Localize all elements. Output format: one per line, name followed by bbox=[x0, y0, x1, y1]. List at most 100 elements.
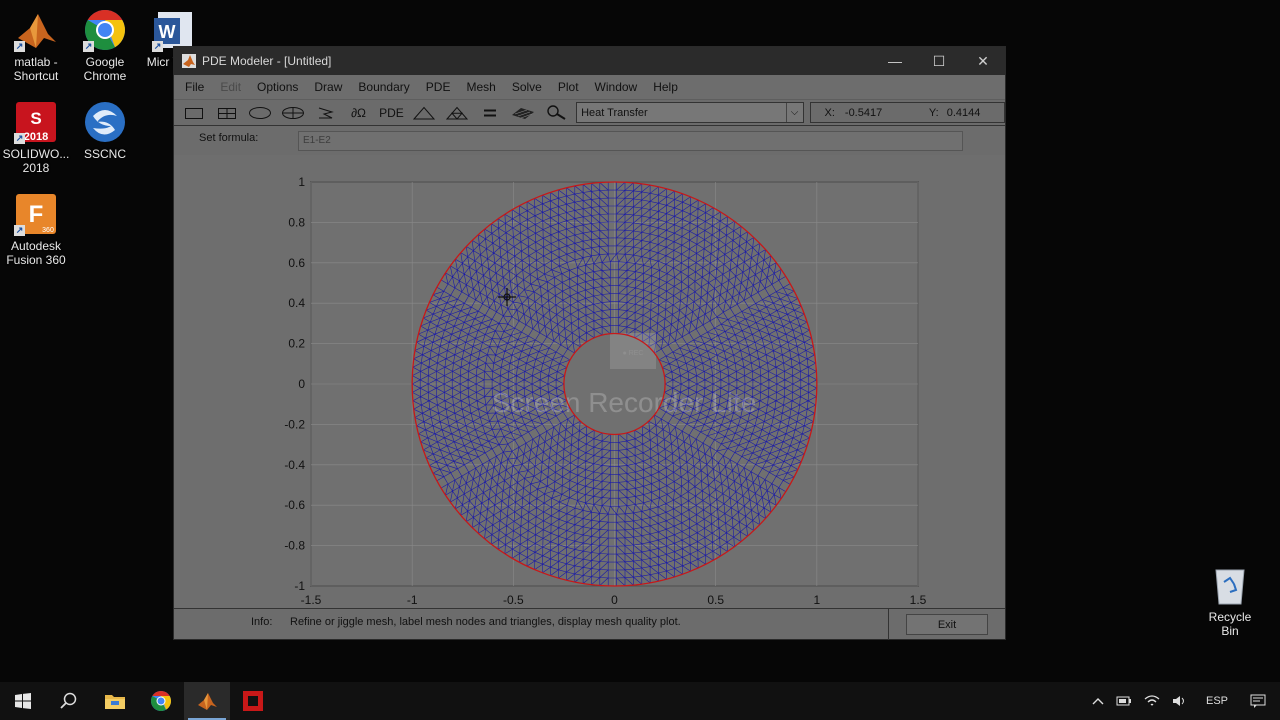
menu-help[interactable]: Help bbox=[645, 80, 686, 94]
zoom-button[interactable] bbox=[540, 102, 572, 124]
desktop-icon-sscnc[interactable]: SSCNC bbox=[69, 100, 141, 161]
menu-pde[interactable]: PDE bbox=[418, 80, 459, 94]
desktop-icon-recycle-bin[interactable]: Recycle Bin bbox=[1199, 564, 1261, 638]
mesh-plot[interactable]: -1.5 -1 -0.5 0 0.5 1 1.5 10.80.60.40.20-0.2-0.… bbox=[174, 155, 1005, 609]
watermark-text: Screen Recorder Lite bbox=[492, 387, 757, 418]
solve-button[interactable] bbox=[474, 102, 506, 124]
y-tick-label: -1 bbox=[294, 579, 305, 593]
shortcut-arrow-icon: ↗ bbox=[14, 225, 25, 236]
draw-ellipse-button[interactable] bbox=[244, 102, 276, 124]
draw-rectangle-centered-button[interactable] bbox=[211, 102, 243, 124]
watermark-badge: ● REC bbox=[623, 350, 644, 357]
maximize-button[interactable]: ☐ bbox=[917, 47, 961, 75]
window-title: PDE Modeler - [Untitled] bbox=[202, 54, 332, 68]
ellipse-center-icon bbox=[281, 106, 304, 119]
matlab-app-icon bbox=[182, 54, 196, 68]
refine-mesh-button[interactable] bbox=[441, 102, 473, 124]
x-tick-label: 0 bbox=[611, 593, 618, 607]
y-tick-label: 0.2 bbox=[288, 337, 305, 351]
wifi-icon[interactable] bbox=[1138, 695, 1166, 707]
menu-boundary[interactable]: Boundary bbox=[350, 80, 417, 94]
desktop-icon-label: Google Chrome bbox=[83, 55, 127, 83]
refine-triangle-icon bbox=[446, 106, 469, 120]
ellipse-icon bbox=[248, 106, 271, 119]
exit-button[interactable]: Exit bbox=[906, 614, 988, 635]
svg-text:W: W bbox=[159, 22, 176, 42]
y-tick-label: -0.8 bbox=[284, 539, 305, 553]
application-mode-value: Heat Transfer bbox=[581, 106, 648, 119]
menu-options[interactable]: Options bbox=[249, 80, 306, 94]
triangle-icon bbox=[413, 106, 436, 119]
desktop-icon-chrome[interactable]: ↗ Google Chrome bbox=[69, 8, 141, 83]
desktop-icon-matlab[interactable]: ↗ matlab - Shortcut bbox=[0, 8, 72, 83]
draw-rectangle-button[interactable] bbox=[178, 102, 210, 124]
y-tick-label: 1 bbox=[298, 175, 305, 189]
menu-solve[interactable]: Solve bbox=[504, 80, 550, 94]
battery-icon[interactable] bbox=[1110, 695, 1138, 707]
y-coord-label: Y: bbox=[928, 106, 939, 119]
close-button[interactable]: ✕ bbox=[961, 47, 1005, 75]
fusion-360-icon: F 360 ↗ bbox=[14, 192, 58, 236]
y-tick-label: 0.4 bbox=[288, 296, 305, 310]
taskbar: ESP bbox=[0, 682, 1280, 720]
screen-recorder-icon bbox=[243, 691, 263, 711]
plot-area[interactable]: -1.5 -1 -0.5 0 0.5 1 1.5 1 0.8 0.6 0.4 0.2 0 -0.2 -0.… bbox=[174, 155, 1005, 609]
menu-mesh[interactable]: Mesh bbox=[458, 80, 503, 94]
taskbar-screen-recorder[interactable] bbox=[230, 682, 276, 720]
info-label: Info: bbox=[251, 616, 273, 628]
taskbar-file-explorer[interactable] bbox=[92, 682, 138, 720]
cursor-coordinates: X: -0.5417 Y: 0.4144 bbox=[809, 102, 1006, 123]
taskbar-matlab[interactable] bbox=[184, 682, 230, 720]
polygon-icon bbox=[318, 107, 334, 118]
start-button[interactable] bbox=[0, 682, 46, 720]
matlab-icon: ↗ bbox=[14, 8, 58, 52]
chrome-icon bbox=[151, 691, 171, 711]
title-bar[interactable]: PDE Modeler - [Untitled] — ☐ ✕ bbox=[174, 47, 1005, 75]
folder-icon bbox=[105, 695, 125, 709]
draw-ellipse-centered-button[interactable] bbox=[277, 102, 309, 124]
shortcut-arrow-icon: ↗ bbox=[14, 133, 25, 144]
solidworks-icon: S 2018 ↗ bbox=[14, 100, 58, 144]
menu-file[interactable]: File bbox=[177, 80, 212, 94]
fusion-badge: 360 bbox=[42, 227, 54, 234]
init-mesh-button[interactable] bbox=[408, 102, 440, 124]
search-button[interactable] bbox=[46, 682, 92, 720]
language-indicator[interactable]: ESP bbox=[1194, 695, 1240, 707]
sscnc-icon bbox=[83, 100, 127, 144]
solidworks-badge: 2018 bbox=[24, 131, 48, 143]
search-icon bbox=[60, 692, 77, 709]
menu-window[interactable]: Window bbox=[587, 80, 646, 94]
y-tick-label: 0.8 bbox=[288, 215, 305, 229]
tray-overflow-icon[interactable] bbox=[1086, 696, 1110, 706]
desktop-icon-label: Autodesk Fusion 360 bbox=[6, 239, 66, 267]
recycle-bin-icon bbox=[1210, 564, 1250, 606]
x-tick-label: -1 bbox=[407, 593, 418, 607]
menu-edit[interactable]: Edit bbox=[212, 80, 249, 94]
set-formula-input[interactable]: E1-E2 bbox=[298, 131, 963, 151]
desktop-icon-solidworks[interactable]: S 2018 ↗ SOLIDWO... 2018 bbox=[0, 100, 72, 175]
y-tick-label: -0.2 bbox=[284, 417, 305, 431]
desktop-icon-label: SSCNC bbox=[83, 147, 126, 161]
y-coord-value: 0.4144 bbox=[946, 106, 981, 119]
desktop-icon-fusion[interactable]: F 360 ↗ Autodesk Fusion 360 bbox=[0, 192, 72, 267]
y-tick-label: 0.6 bbox=[288, 256, 305, 270]
x-tick-label: 0.5 bbox=[707, 593, 724, 607]
svg-text:F: F bbox=[29, 201, 44, 228]
notifications-icon[interactable] bbox=[1240, 694, 1280, 708]
y-tick-label: 0 bbox=[298, 377, 305, 391]
draw-polygon-button[interactable] bbox=[310, 102, 342, 124]
formula-bar: Set formula: E1-E2 bbox=[174, 125, 1005, 157]
pde-spec-button[interactable]: PDE bbox=[376, 102, 408, 124]
chevron-down-icon[interactable]: ⌵ bbox=[785, 103, 803, 122]
equals-icon bbox=[484, 109, 497, 116]
application-mode-select[interactable]: Heat Transfer ⌵ bbox=[576, 102, 804, 123]
pde-modeler-window: PDE Modeler - [Untitled] — ☐ ✕ File Edit… bbox=[173, 46, 1006, 640]
volume-icon[interactable] bbox=[1166, 695, 1194, 707]
menu-draw[interactable]: Draw bbox=[306, 80, 350, 94]
taskbar-chrome[interactable] bbox=[138, 682, 184, 720]
boundary-mode-button[interactable]: ∂Ω bbox=[343, 102, 375, 124]
minimize-button[interactable]: — bbox=[873, 47, 917, 75]
menu-plot[interactable]: Plot bbox=[550, 80, 587, 94]
plot-button[interactable] bbox=[507, 102, 539, 124]
svg-text:S: S bbox=[30, 109, 41, 128]
